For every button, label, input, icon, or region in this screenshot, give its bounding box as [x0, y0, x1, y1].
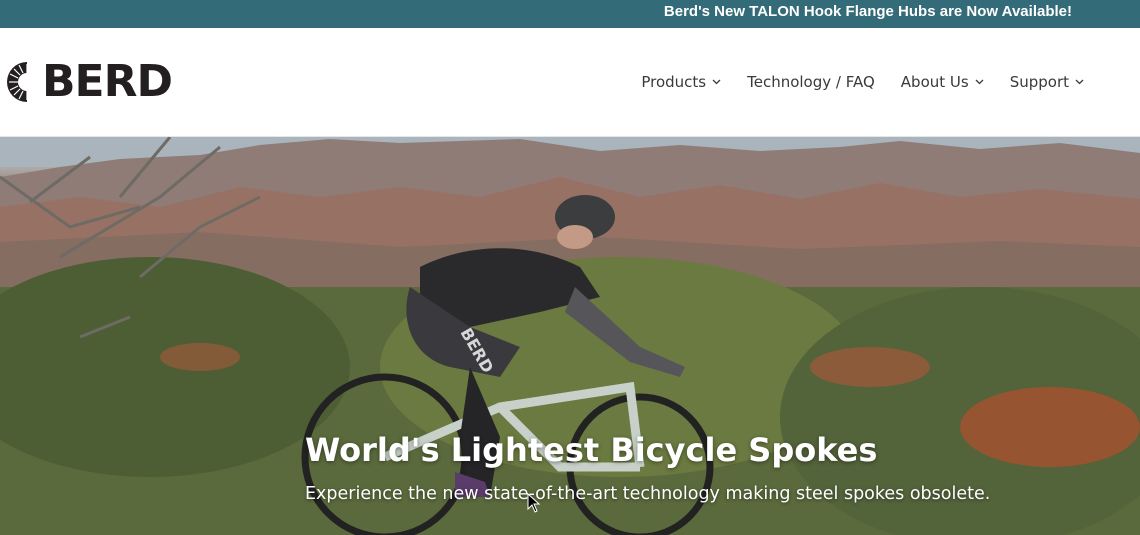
hero-subtitle: Experience the new state-of-the-art tech… [305, 484, 991, 504]
main-nav: Products Technology / FAQ About Us Suppo… [641, 28, 1084, 136]
nav-products-label: Products [641, 73, 707, 91]
chevron-down-icon [975, 79, 984, 85]
site-header: BERD Products Technology / FAQ About Us … [0, 28, 1140, 137]
site-logo[interactable]: BERD [4, 56, 173, 107]
nav-technology-faq[interactable]: Technology / FAQ [747, 73, 875, 91]
hero-image: BERD [0, 137, 1140, 535]
announcement-bar[interactable]: Berd's New TALON Hook Flange Hubs are No… [0, 0, 1140, 28]
nav-about-us[interactable]: About Us [901, 73, 984, 91]
mouse-cursor-icon [527, 493, 541, 513]
chevron-down-icon [1075, 79, 1084, 85]
nav-technology-faq-label: Technology / FAQ [747, 73, 875, 91]
nav-support-label: Support [1009, 73, 1069, 91]
hero-banner[interactable]: BERD World's Lightest Bicycle Spokes Exp… [0, 137, 1140, 535]
announcement-text[interactable]: Berd's New TALON Hook Flange Hubs are No… [664, 3, 1072, 20]
nav-support[interactable]: Support [1010, 73, 1084, 91]
nav-about-us-label: About Us [900, 73, 969, 91]
hero-title: World's Lightest Bicycle Spokes [305, 431, 878, 469]
nav-products[interactable]: Products [641, 73, 721, 91]
chevron-down-icon [712, 79, 721, 85]
logo-wordmark: BERD [42, 56, 173, 107]
